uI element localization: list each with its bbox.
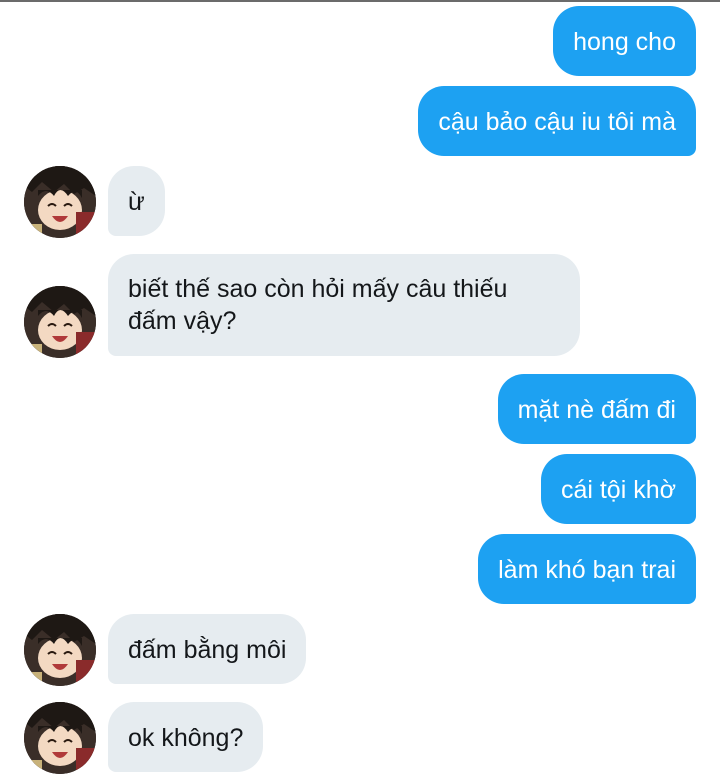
message-bubble-outgoing[interactable]: hong cho: [553, 6, 696, 76]
message-text: ok không?: [128, 724, 244, 752]
message-bubble-incoming[interactable]: ok không?: [108, 702, 264, 772]
message-text: ừ: [128, 188, 145, 216]
message-bubble-incoming[interactable]: biết thế sao còn hỏi mấy câu thiếu đấm v…: [108, 254, 580, 356]
message-bubble-outgoing[interactable]: làm khó bạn trai: [478, 534, 696, 604]
message-text: cậu bảo cậu iu tôi mà: [438, 108, 676, 136]
message-text: làm khó bạn trai: [498, 556, 676, 584]
avatar[interactable]: [24, 702, 96, 774]
avatar[interactable]: [24, 614, 96, 686]
message-text: mặt nè đấm đi: [517, 396, 676, 424]
avatar[interactable]: [24, 166, 96, 238]
message-bubble-incoming[interactable]: ừ: [108, 166, 165, 236]
anime-boy-avatar-icon: [24, 614, 96, 686]
message-bubble-incoming[interactable]: đấm bằng môi: [108, 614, 307, 684]
message-text: biết thế sao còn hỏi mấy câu thiếu đấm v…: [128, 275, 508, 335]
message-bubble-outgoing[interactable]: cái tội khờ: [540, 454, 696, 524]
message-text: cái tội khờ: [560, 476, 676, 504]
message-bubble-outgoing[interactable]: cậu bảo cậu iu tôi mà: [418, 86, 696, 156]
anime-boy-avatar-icon: [24, 702, 96, 774]
top-divider: [0, 0, 720, 2]
message-bubble-outgoing[interactable]: mặt nè đấm đi: [497, 374, 696, 444]
message-text: hong cho: [573, 28, 676, 56]
anime-boy-avatar-icon: [24, 166, 96, 238]
message-text: đấm bằng môi: [128, 636, 287, 664]
avatar[interactable]: [24, 286, 96, 358]
anime-boy-avatar-icon: [24, 286, 96, 358]
